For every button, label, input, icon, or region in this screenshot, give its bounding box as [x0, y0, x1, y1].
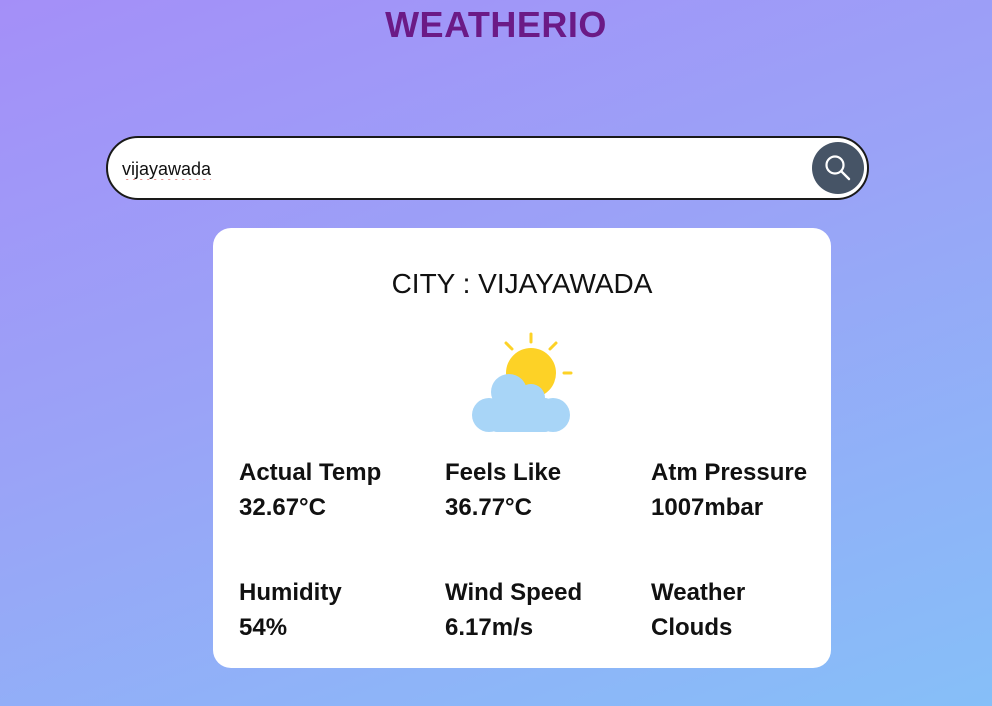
stat-value: 1007mbar	[651, 494, 764, 521]
stat-label: Actual Temp	[239, 459, 382, 486]
stat-label: Wind Speed	[445, 579, 583, 606]
stat-atm-pressure: Atm Pressure 1007mbar	[651, 455, 841, 525]
stat-value: Clouds	[651, 614, 733, 641]
stat-actual-temp: Actual Temp 32.67°C	[239, 455, 429, 525]
stat-label: Feels Like	[445, 459, 562, 486]
stat-label: Atm Pressure	[651, 459, 808, 486]
stat-label: Weather	[651, 579, 746, 606]
search-icon	[825, 155, 851, 181]
app-title: WEATHERIO	[385, 4, 607, 45]
stat-feels-like: Feels Like 36.77°C	[445, 455, 635, 525]
city-title: CITY : VIJAYAWADA	[391, 268, 653, 299]
stat-value: 54%	[239, 614, 288, 641]
stat-value: 36.77°C	[445, 494, 532, 521]
search-input[interactable]	[122, 152, 802, 186]
stat-value: 32.67°C	[239, 494, 326, 521]
weather-card: CITY : VIJAYAWADA Actual Temp 32.67°C Fe…	[213, 228, 831, 668]
partly-cloudy-icon	[472, 332, 573, 432]
stat-value: 6.17m/s	[445, 614, 534, 641]
stat-label: Humidity	[239, 579, 342, 606]
stat-wind-speed: Wind Speed 6.17m/s	[445, 575, 635, 645]
search-button[interactable]	[812, 142, 864, 194]
stat-weather: Weather Clouds	[651, 575, 841, 645]
search-bar	[106, 136, 869, 200]
stat-humidity: Humidity 54%	[239, 575, 429, 645]
